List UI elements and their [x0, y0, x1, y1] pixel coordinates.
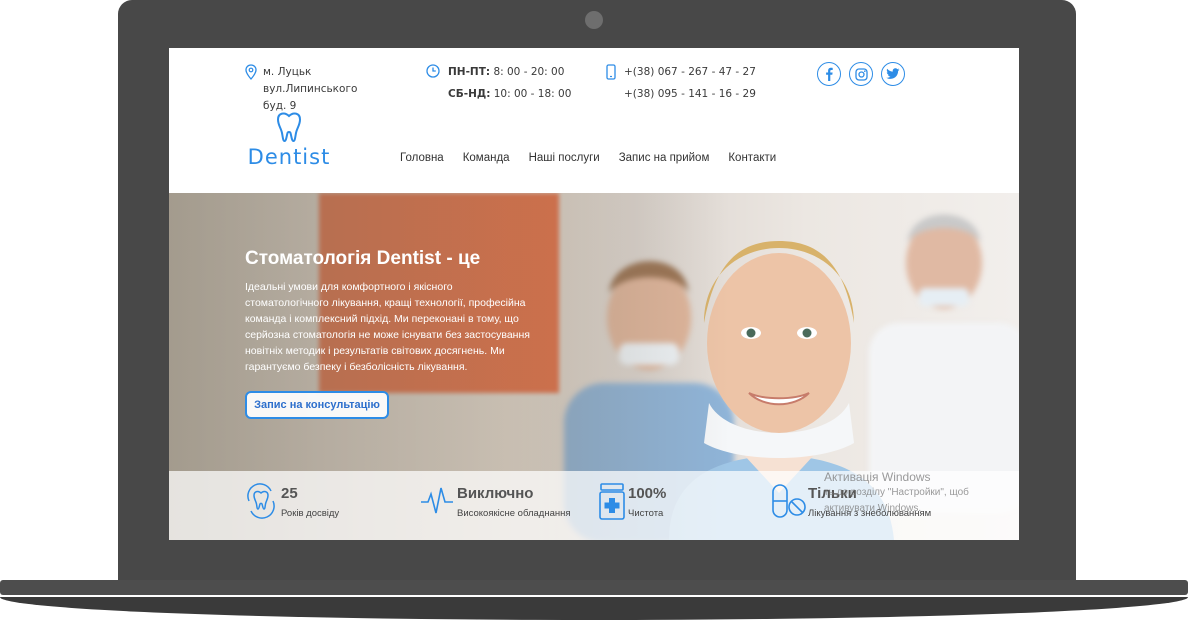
phone-number-2[interactable]: +(38) 095 - 141 - 16 - 29 — [624, 88, 756, 100]
nav-item-home[interactable]: Головна — [400, 152, 444, 164]
address-block: м. Луцьк вул.Липинського буд. 9 — [245, 64, 405, 115]
phone-number-1[interactable]: +(38) 067 - 267 - 47 - 27 — [624, 66, 756, 78]
stat-label: Чистота — [628, 508, 664, 519]
weekend-hours: 10: 00 - 18: 00 — [493, 88, 572, 100]
watermark-line1: Активація Windows — [824, 470, 931, 484]
address-line1: м. Луцьк вул.Липинського — [263, 66, 358, 95]
nav-item-services[interactable]: Наші послуги — [529, 152, 600, 164]
social-links — [817, 62, 905, 86]
pills-icon — [772, 484, 806, 518]
stat-value: 100% — [628, 485, 667, 502]
laptop-base — [0, 580, 1188, 595]
consultation-button[interactable]: Запис на консультацію — [245, 391, 389, 419]
hero-title: Стоматологія Dentist - це — [245, 248, 481, 269]
hero-description: Ідеальні умови для комфортного і якісног… — [245, 281, 530, 373]
stat-value: 25 — [281, 485, 298, 502]
tooth-icon — [276, 112, 302, 143]
stat-value: Виключно — [457, 485, 534, 502]
weekend-label: СБ-НД: — [448, 88, 491, 100]
windows-activation-watermark: Активація Windows ть до розділу "Настрой… — [824, 469, 969, 517]
laptop-camera — [585, 11, 603, 29]
main-navigation: Головна Команда Наші послуги Запис на пр… — [400, 152, 776, 164]
nav-item-team[interactable]: Команда — [463, 152, 510, 164]
location-pin-icon — [245, 64, 257, 80]
site-header: м. Луцьк вул.Липинського буд. 9 ПН-ПТ: 8… — [169, 48, 1019, 193]
instagram-icon[interactable] — [849, 62, 873, 86]
watermark-line3: активувати Windows. — [824, 503, 922, 514]
watermark-line2: ть до розділу "Настройки", щоб — [824, 487, 969, 498]
nav-item-contacts[interactable]: Контакти — [728, 152, 776, 164]
medicine-jar-icon — [599, 483, 625, 520]
stat-label: Років досвіду — [281, 508, 340, 519]
laptop-foot — [0, 597, 1188, 620]
pulse-icon — [421, 487, 453, 514]
phone-block: +(38) 067 - 267 - 47 - 27 +(38) 095 - 14… — [606, 64, 756, 105]
nav-item-appointment[interactable]: Запис на прийом — [619, 152, 710, 164]
hours-block: ПН-ПТ: 8: 00 - 20: 00 СБ-НД: 10: 00 - 18… — [426, 64, 576, 105]
website-screen: м. Луцьк вул.Липинського буд. 9 ПН-ПТ: 8… — [169, 48, 1019, 540]
mobile-phone-icon — [606, 64, 616, 80]
twitter-icon[interactable] — [881, 62, 905, 86]
weekday-hours: 8: 00 - 20: 00 — [493, 66, 565, 78]
facebook-icon[interactable] — [817, 62, 841, 86]
tooth-cycle-icon — [247, 483, 275, 519]
clock-icon — [426, 64, 440, 78]
stat-label: Високоякісне обладнання — [457, 508, 571, 519]
site-logo[interactable]: Dentist — [244, 111, 334, 169]
logo-text: Dentist — [247, 145, 331, 169]
weekday-label: ПН-ПТ: — [448, 66, 491, 78]
